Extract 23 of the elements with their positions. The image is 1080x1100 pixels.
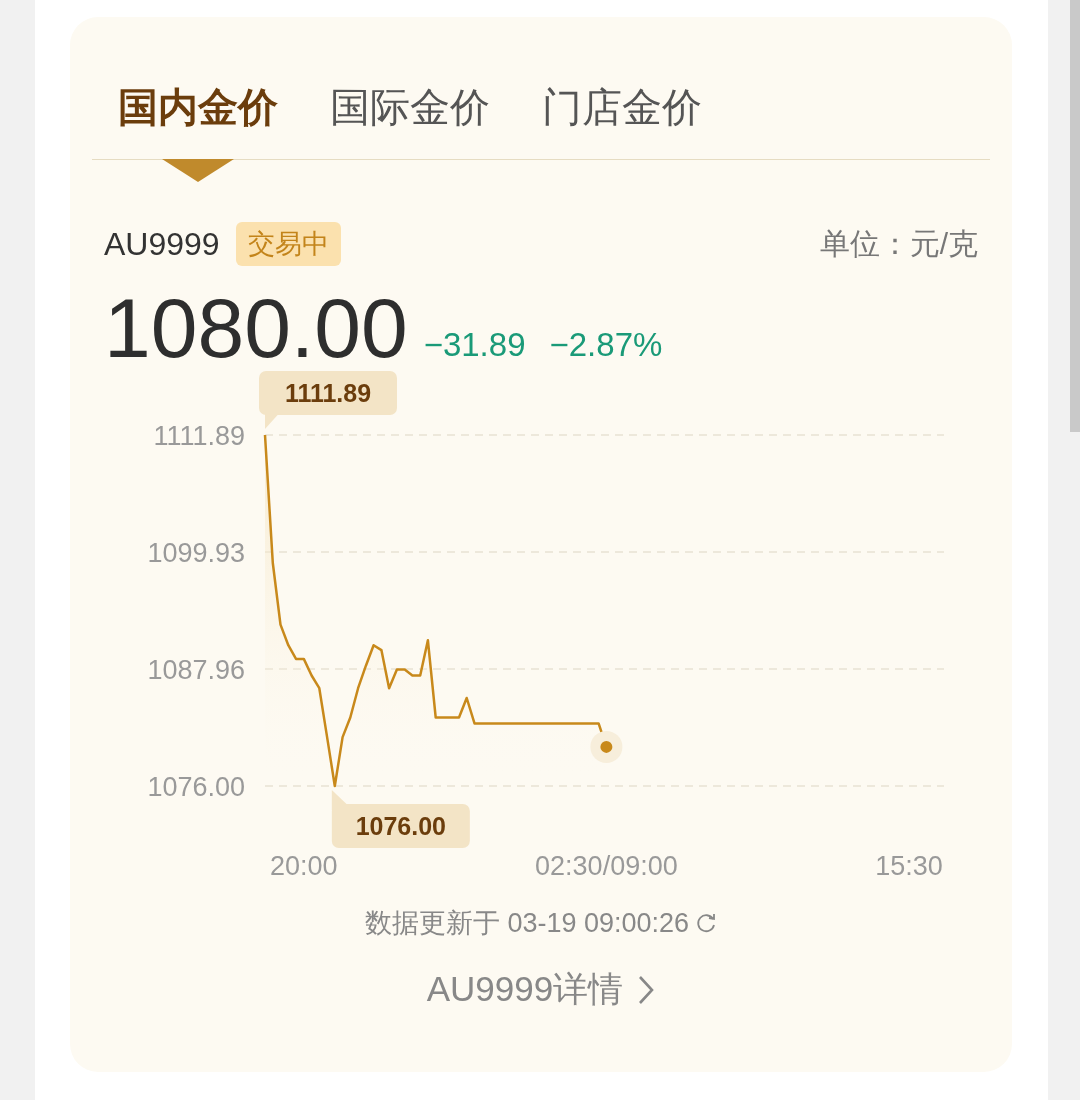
price-tab[interactable]: 国际金价 xyxy=(330,77,490,137)
y-axis-label: 1099.93 xyxy=(147,537,245,568)
price-change: −31.89 xyxy=(423,326,526,364)
price-tab[interactable]: 门店金价 xyxy=(542,77,702,137)
x-axis-label: 20:00 xyxy=(270,851,338,881)
x-axis-label: 15:30 xyxy=(875,851,943,881)
y-axis-label: 1076.00 xyxy=(147,772,245,802)
symbol-label: AU9999 xyxy=(104,225,220,263)
y-axis-label: 1111.89 xyxy=(153,421,245,451)
last-point-marker xyxy=(590,730,623,763)
percent-change: −2.87% xyxy=(549,326,663,364)
y-axis-label: 1087.96 xyxy=(147,655,245,686)
refresh-icon[interactable] xyxy=(695,912,718,934)
update-time-text: 数据更新于 03-19 09:00:26 xyxy=(364,907,690,940)
x-axis-label: 02:30/09:00 xyxy=(535,851,678,881)
price-tab[interactable]: 国内金价 xyxy=(118,77,278,137)
max-value-callout: 1111.89 xyxy=(259,371,397,429)
unit-label: 单位：元/克 xyxy=(819,225,978,262)
trading-status-badge: 交易中 xyxy=(235,222,341,266)
min-value-callout: 1076.00 xyxy=(331,790,470,848)
tab-indicator-icon xyxy=(162,159,234,182)
price-value: 1080.00 xyxy=(104,286,408,370)
scrollbar[interactable] xyxy=(1070,0,1080,432)
